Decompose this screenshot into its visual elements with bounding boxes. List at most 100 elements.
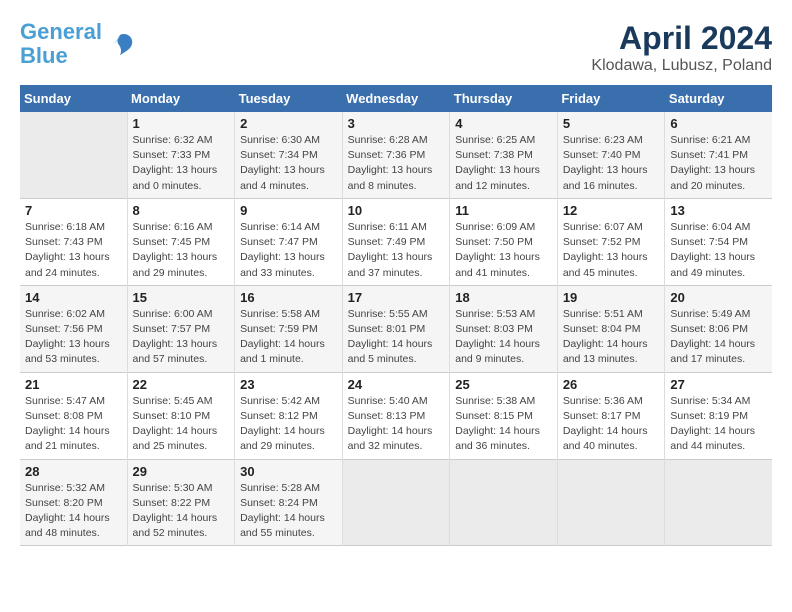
day-number: 17 <box>348 290 445 305</box>
calendar-cell: 9 Sunrise: 6:14 AM Sunset: 7:47 PM Daylig… <box>235 198 343 285</box>
calendar-cell <box>342 459 450 546</box>
logo: GeneralBlue <box>20 20 135 68</box>
day-info: Sunrise: 6:00 AM Sunset: 7:57 PM Dayligh… <box>133 307 230 368</box>
day-number: 19 <box>563 290 660 305</box>
calendar-cell: 11 Sunrise: 6:09 AM Sunset: 7:50 PM Dayli… <box>450 198 558 285</box>
day-info: Sunrise: 6:02 AM Sunset: 7:56 PM Dayligh… <box>25 307 122 368</box>
day-info: Sunrise: 5:42 AM Sunset: 8:12 PM Dayligh… <box>240 394 337 455</box>
day-number: 16 <box>240 290 337 305</box>
calendar-cell: 17 Sunrise: 5:55 AM Sunset: 8:01 PM Dayli… <box>342 285 450 372</box>
day-info: Sunrise: 5:55 AM Sunset: 8:01 PM Dayligh… <box>348 307 445 368</box>
page-header: GeneralBlue April 2024 Klodawa, Lubusz, … <box>20 20 772 75</box>
day-info: Sunrise: 6:04 AM Sunset: 7:54 PM Dayligh… <box>670 220 767 281</box>
day-info: Sunrise: 6:25 AM Sunset: 7:38 PM Dayligh… <box>455 133 552 194</box>
calendar-cell <box>557 459 665 546</box>
column-header-tuesday: Tuesday <box>235 85 343 112</box>
column-header-thursday: Thursday <box>450 85 558 112</box>
day-info: Sunrise: 6:14 AM Sunset: 7:47 PM Dayligh… <box>240 220 337 281</box>
calendar-cell: 26 Sunrise: 5:36 AM Sunset: 8:17 PM Dayli… <box>557 372 665 459</box>
day-number: 9 <box>240 203 337 218</box>
day-info: Sunrise: 6:16 AM Sunset: 7:45 PM Dayligh… <box>133 220 230 281</box>
day-number: 4 <box>455 116 552 131</box>
day-info: Sunrise: 6:18 AM Sunset: 7:43 PM Dayligh… <box>25 220 122 281</box>
day-info: Sunrise: 5:30 AM Sunset: 8:22 PM Dayligh… <box>133 481 230 542</box>
day-info: Sunrise: 5:28 AM Sunset: 8:24 PM Dayligh… <box>240 481 337 542</box>
calendar-cell: 5 Sunrise: 6:23 AM Sunset: 7:40 PM Daylig… <box>557 112 665 198</box>
day-info: Sunrise: 6:23 AM Sunset: 7:40 PM Dayligh… <box>563 133 660 194</box>
week-row-5: 28Sunrise: 5:32 AM Sunset: 8:20 PM Dayli… <box>20 459 772 546</box>
calendar-cell: 19 Sunrise: 5:51 AM Sunset: 8:04 PM Dayli… <box>557 285 665 372</box>
calendar-cell <box>450 459 558 546</box>
calendar-header-row: SundayMondayTuesdayWednesdayThursdayFrid… <box>20 85 772 112</box>
day-info: Sunrise: 5:32 AM Sunset: 8:20 PM Dayligh… <box>25 481 122 542</box>
day-number: 27 <box>670 377 767 392</box>
calendar-cell: 24 Sunrise: 5:40 AM Sunset: 8:13 PM Dayli… <box>342 372 450 459</box>
calendar-cell: 8 Sunrise: 6:16 AM Sunset: 7:45 PM Daylig… <box>127 198 235 285</box>
page-title: April 2024 <box>591 20 772 57</box>
day-info: Sunrise: 6:28 AM Sunset: 7:36 PM Dayligh… <box>348 133 445 194</box>
day-number: 10 <box>348 203 445 218</box>
day-number: 29 <box>133 464 230 479</box>
day-number: 30 <box>240 464 337 479</box>
day-info: Sunrise: 6:07 AM Sunset: 7:52 PM Dayligh… <box>563 220 660 281</box>
calendar-cell: 23 Sunrise: 5:42 AM Sunset: 8:12 PM Dayli… <box>235 372 343 459</box>
day-info: Sunrise: 5:40 AM Sunset: 8:13 PM Dayligh… <box>348 394 445 455</box>
day-number: 3 <box>348 116 445 131</box>
day-info: Sunrise: 5:34 AM Sunset: 8:19 PM Dayligh… <box>670 394 767 455</box>
day-info: Sunrise: 5:38 AM Sunset: 8:15 PM Dayligh… <box>455 394 552 455</box>
calendar-cell: 20 Sunrise: 5:49 AM Sunset: 8:06 PM Dayli… <box>665 285 772 372</box>
calendar-cell: 25 Sunrise: 5:38 AM Sunset: 8:15 PM Dayli… <box>450 372 558 459</box>
day-info: Sunrise: 5:36 AM Sunset: 8:17 PM Dayligh… <box>563 394 660 455</box>
calendar-cell: 30 Sunrise: 5:28 AM Sunset: 8:24 PM Dayli… <box>235 459 343 546</box>
calendar-cell: 21 Sunrise: 5:47 AM Sunset: 8:08 PM Dayli… <box>20 372 127 459</box>
calendar-cell: 29 Sunrise: 5:30 AM Sunset: 8:22 PM Dayli… <box>127 459 235 546</box>
title-block: April 2024 Klodawa, Lubusz, Poland <box>591 20 772 75</box>
column-header-wednesday: Wednesday <box>342 85 450 112</box>
day-info: Sunrise: 6:09 AM Sunset: 7:50 PM Dayligh… <box>455 220 552 281</box>
calendar-cell: 27 Sunrise: 5:34 AM Sunset: 8:19 PM Dayli… <box>665 372 772 459</box>
day-number: 23 <box>240 377 337 392</box>
day-info: Sunrise: 6:21 AM Sunset: 7:41 PM Dayligh… <box>670 133 767 194</box>
day-number: 1 <box>133 116 230 131</box>
calendar-cell: 15 Sunrise: 6:00 AM Sunset: 7:57 PM Dayli… <box>127 285 235 372</box>
day-number: 26 <box>563 377 660 392</box>
day-info: Sunrise: 5:47 AM Sunset: 8:08 PM Dayligh… <box>25 394 122 455</box>
day-number: 2 <box>240 116 337 131</box>
day-number: 20 <box>670 290 767 305</box>
day-info: Sunrise: 6:32 AM Sunset: 7:33 PM Dayligh… <box>133 133 230 194</box>
day-number: 18 <box>455 290 552 305</box>
week-row-2: 7Sunrise: 6:18 AM Sunset: 7:43 PM Daylig… <box>20 198 772 285</box>
calendar-cell: 22 Sunrise: 5:45 AM Sunset: 8:10 PM Dayli… <box>127 372 235 459</box>
calendar-cell: 3 Sunrise: 6:28 AM Sunset: 7:36 PM Daylig… <box>342 112 450 198</box>
day-number: 8 <box>133 203 230 218</box>
day-number: 5 <box>563 116 660 131</box>
day-number: 13 <box>670 203 767 218</box>
day-number: 11 <box>455 203 552 218</box>
column-header-monday: Monday <box>127 85 235 112</box>
calendar-cell: 4 Sunrise: 6:25 AM Sunset: 7:38 PM Daylig… <box>450 112 558 198</box>
calendar-cell <box>665 459 772 546</box>
column-header-friday: Friday <box>557 85 665 112</box>
day-number: 12 <box>563 203 660 218</box>
week-row-3: 14Sunrise: 6:02 AM Sunset: 7:56 PM Dayli… <box>20 285 772 372</box>
day-number: 24 <box>348 377 445 392</box>
calendar-cell: 28Sunrise: 5:32 AM Sunset: 8:20 PM Dayli… <box>20 459 127 546</box>
calendar-cell <box>20 112 127 198</box>
calendar-cell: 6 Sunrise: 6:21 AM Sunset: 7:41 PM Daylig… <box>665 112 772 198</box>
page-subtitle: Klodawa, Lubusz, Poland <box>591 57 772 75</box>
day-number: 6 <box>670 116 767 131</box>
week-row-4: 21 Sunrise: 5:47 AM Sunset: 8:08 PM Dayli… <box>20 372 772 459</box>
calendar-cell: 16Sunrise: 5:58 AM Sunset: 7:59 PM Dayli… <box>235 285 343 372</box>
day-number: 15 <box>133 290 230 305</box>
day-number: 21 <box>25 377 122 392</box>
column-header-sunday: Sunday <box>20 85 127 112</box>
calendar-cell: 2Sunrise: 6:30 AM Sunset: 7:34 PM Daylig… <box>235 112 343 198</box>
calendar-table: SundayMondayTuesdayWednesdayThursdayFrid… <box>20 85 772 546</box>
day-number: 22 <box>133 377 230 392</box>
day-info: Sunrise: 5:45 AM Sunset: 8:10 PM Dayligh… <box>133 394 230 455</box>
day-info: Sunrise: 5:49 AM Sunset: 8:06 PM Dayligh… <box>670 307 767 368</box>
day-info: Sunrise: 5:51 AM Sunset: 8:04 PM Dayligh… <box>563 307 660 368</box>
day-number: 25 <box>455 377 552 392</box>
logo-text: GeneralBlue <box>20 20 102 68</box>
day-info: Sunrise: 6:11 AM Sunset: 7:49 PM Dayligh… <box>348 220 445 281</box>
